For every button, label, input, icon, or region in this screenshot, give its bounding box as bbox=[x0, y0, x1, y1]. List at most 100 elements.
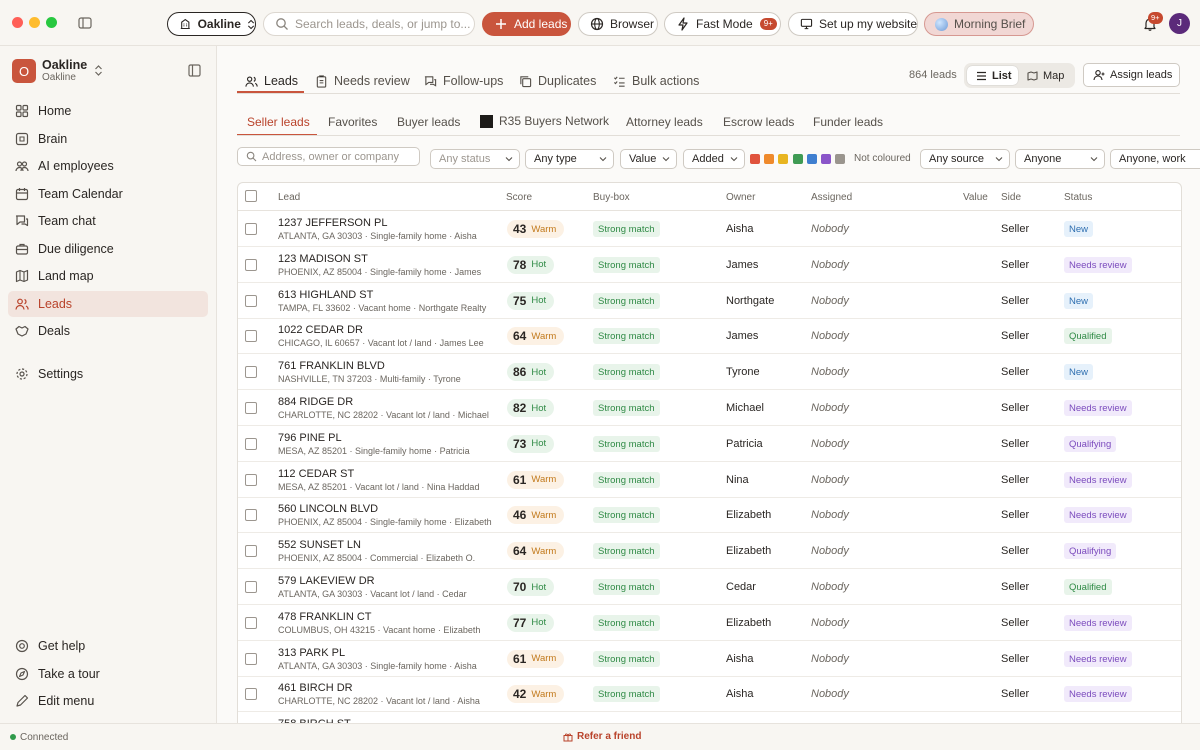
status-filter[interactable]: Any status bbox=[430, 149, 520, 169]
column-score[interactable]: Score bbox=[506, 192, 532, 203]
lead-address[interactable]: 579 LAKEVIEW DR bbox=[278, 575, 375, 587]
tab-duplicates[interactable]: Duplicates bbox=[519, 68, 596, 94]
owner-filter[interactable]: Anyone bbox=[1015, 149, 1105, 169]
lead-address[interactable]: 560 LINCOLN BLVD bbox=[278, 503, 378, 515]
browser-button[interactable]: Browser bbox=[578, 12, 658, 36]
type-filter[interactable]: Any type bbox=[525, 149, 614, 169]
sidebar-toggle-icon[interactable] bbox=[78, 17, 92, 29]
subtab-r35-buyers-network[interactable]: R35 Buyers Network bbox=[480, 114, 609, 128]
row-checkbox[interactable] bbox=[245, 294, 257, 307]
morning-brief-button[interactable]: Morning Brief bbox=[924, 12, 1034, 36]
chevron-updown-icon[interactable] bbox=[94, 65, 103, 76]
user-avatar[interactable]: J bbox=[1169, 13, 1190, 34]
collapse-sidebar-icon[interactable] bbox=[188, 64, 201, 77]
color-swatch[interactable] bbox=[778, 154, 789, 164]
row-checkbox[interactable] bbox=[245, 437, 257, 450]
subtab-favorites[interactable]: Favorites bbox=[328, 115, 377, 129]
table-row[interactable]: 461 BIRCH DR CHARLOTTE, NC 28202 · Vacant… bbox=[238, 676, 1181, 713]
view-map-button[interactable]: Map bbox=[1022, 66, 1072, 85]
address-search-input[interactable]: Address, owner or company bbox=[237, 147, 420, 166]
table-row[interactable]: 552 SUNSET LN PHOENIX, AZ 85004 · Commerc… bbox=[238, 533, 1181, 570]
table-row[interactable]: 1022 CEDAR DR CHICAGO, IL 60657 · Vacant … bbox=[238, 318, 1181, 355]
assignee-filter[interactable]: Anyone, work bbox=[1110, 149, 1200, 169]
workspace-selector[interactable]: Oakline bbox=[167, 12, 256, 36]
lead-address[interactable]: 1237 JEFFERSON PL bbox=[278, 217, 387, 229]
lead-address[interactable]: 758 BIRCH ST bbox=[278, 718, 351, 723]
status-badge[interactable]: Qualified bbox=[1064, 579, 1112, 595]
table-row[interactable]: 112 CEDAR ST MESA, AZ 85201 · Vacant lot … bbox=[238, 462, 1181, 498]
tab-needs-review[interactable]: Needs review bbox=[315, 68, 410, 94]
row-checkbox[interactable] bbox=[245, 616, 257, 629]
color-swatch[interactable] bbox=[750, 154, 760, 164]
sidebar-item-home[interactable]: Home bbox=[8, 98, 208, 124]
row-checkbox[interactable] bbox=[245, 652, 257, 665]
table-row[interactable]: 579 LAKEVIEW DR ATLANTA, GA 30303 · Vacan… bbox=[238, 569, 1181, 605]
not-coloured-label[interactable]: Not coloured bbox=[854, 153, 911, 164]
status-badge[interactable]: Needs review bbox=[1064, 471, 1132, 488]
color-swatch[interactable] bbox=[806, 154, 817, 164]
subtab-buyer-leads[interactable]: Buyer leads bbox=[397, 115, 460, 129]
sidebar-item-team-calendar[interactable]: Team Calendar bbox=[8, 181, 208, 207]
column-value[interactable]: Value bbox=[963, 192, 988, 203]
lead-address[interactable]: 478 FRANKLIN CT bbox=[278, 611, 372, 623]
assigned-to[interactable]: Nobody bbox=[811, 438, 849, 450]
value-filter[interactable]: Value bbox=[620, 149, 677, 169]
assigned-to[interactable]: Nobody bbox=[811, 223, 849, 235]
sidebar-item-deals[interactable]: Deals bbox=[8, 318, 208, 344]
status-badge[interactable]: Needs review bbox=[1064, 256, 1132, 273]
refer-friend-link[interactable]: Refer a friend bbox=[563, 731, 641, 742]
assigned-to[interactable]: Nobody bbox=[811, 545, 849, 557]
close-window-button[interactable] bbox=[12, 17, 23, 28]
sidebar-item-due-diligence[interactable]: Due diligence bbox=[8, 236, 208, 262]
lead-address[interactable]: 123 MADISON ST bbox=[278, 253, 368, 265]
status-badge[interactable]: New bbox=[1064, 221, 1094, 237]
maximize-window-button[interactable] bbox=[46, 17, 57, 28]
table-row[interactable]: 478 FRANKLIN CT COLUMBUS, OH 43215 · Vaca… bbox=[238, 605, 1181, 641]
row-checkbox[interactable] bbox=[245, 258, 257, 271]
sidebar-item-settings[interactable]: Settings bbox=[8, 361, 208, 387]
column-buybox[interactable]: Buy-box bbox=[593, 192, 630, 203]
table-row[interactable]: 560 LINCOLN BLVD PHOENIX, AZ 85004 · Sing… bbox=[238, 497, 1181, 534]
status-badge[interactable]: New bbox=[1064, 292, 1094, 309]
status-badge[interactable]: Needs review bbox=[1064, 686, 1132, 703]
row-checkbox[interactable] bbox=[245, 223, 257, 235]
global-search[interactable]: Search leads, deals, or jump to... bbox=[263, 12, 475, 36]
subtab-attorney-leads[interactable]: Attorney leads bbox=[626, 115, 703, 129]
status-badge[interactable]: Qualified bbox=[1064, 328, 1112, 345]
row-checkbox[interactable] bbox=[245, 366, 257, 379]
color-swatch[interactable] bbox=[792, 154, 803, 164]
color-swatch[interactable] bbox=[835, 154, 846, 164]
table-row[interactable]: 761 FRANKLIN BLVD NASHVILLE, TN 37203 · M… bbox=[238, 354, 1181, 391]
lead-address[interactable]: 461 BIRCH DR bbox=[278, 682, 353, 694]
status-badge[interactable]: Qualifying bbox=[1064, 435, 1117, 452]
lead-address[interactable]: 884 RIDGE DR bbox=[278, 396, 353, 408]
source-filter[interactable]: Any source bbox=[920, 149, 1010, 169]
table-row[interactable]: 796 PINE PL MESA, AZ 85201 · Single-famil… bbox=[238, 426, 1181, 462]
assign-leads-button[interactable]: Assign leads bbox=[1083, 63, 1180, 87]
assigned-to[interactable]: Nobody bbox=[811, 474, 849, 486]
assigned-to[interactable]: Nobody bbox=[811, 617, 849, 629]
assigned-to[interactable]: Nobody bbox=[811, 653, 849, 665]
status-badge[interactable]: New bbox=[1064, 364, 1094, 381]
column-status[interactable]: Status bbox=[1064, 192, 1092, 203]
assigned-to[interactable]: Nobody bbox=[811, 259, 849, 271]
sidebar-item-brain[interactable]: Brain bbox=[8, 126, 208, 152]
status-badge[interactable]: Needs review bbox=[1064, 614, 1132, 631]
subtab-seller-leads[interactable]: Seller leads bbox=[247, 115, 310, 129]
sidebar-item-land-map[interactable]: Land map bbox=[8, 263, 208, 289]
assigned-to[interactable]: Nobody bbox=[811, 366, 849, 378]
table-row[interactable]: 758 BIRCH ST bbox=[238, 712, 1181, 723]
column-side[interactable]: Side bbox=[1001, 192, 1021, 203]
color-swatch[interactable] bbox=[821, 154, 831, 164]
view-list-button[interactable]: List bbox=[967, 66, 1018, 85]
sidebar-item-leads[interactable]: Leads bbox=[8, 291, 208, 317]
row-checkbox[interactable] bbox=[245, 509, 257, 522]
lead-address[interactable]: 112 CEDAR ST bbox=[278, 468, 354, 480]
color-swatch[interactable] bbox=[764, 154, 775, 164]
table-row[interactable]: 123 MADISON ST PHOENIX, AZ 85004 · Single… bbox=[238, 247, 1181, 283]
lead-address[interactable]: 552 SUNSET LN bbox=[278, 539, 361, 551]
row-checkbox[interactable] bbox=[245, 545, 257, 558]
column-lead[interactable]: Lead bbox=[278, 192, 300, 203]
fast-mode-button[interactable]: Fast Mode 9+ bbox=[664, 12, 781, 36]
sidebar-item-edit-menu[interactable]: Edit menu bbox=[8, 688, 208, 714]
